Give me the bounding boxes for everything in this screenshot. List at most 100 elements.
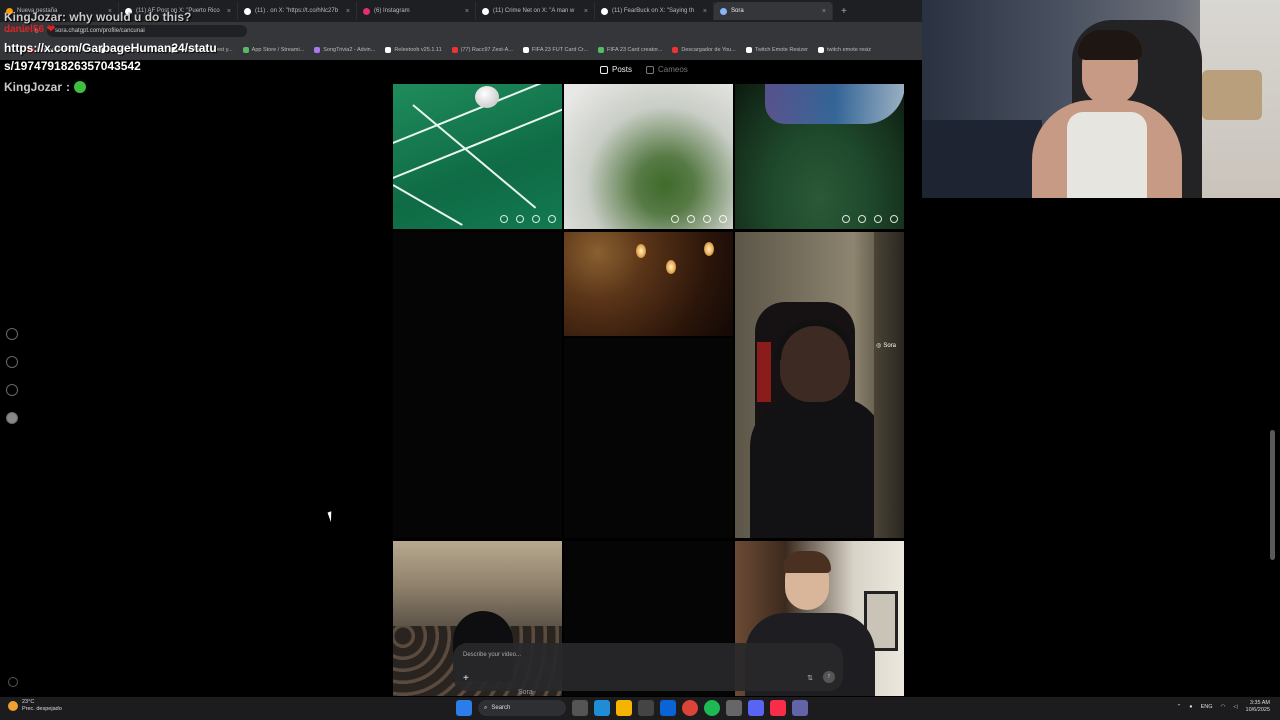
windows-start-icon[interactable] [456, 700, 472, 716]
video-tile[interactable] [393, 84, 562, 229]
mic-icon[interactable]: ● [1189, 704, 1192, 710]
language-indicator[interactable]: ENG [1201, 704, 1213, 710]
video-tile[interactable] [564, 232, 733, 336]
video-tile-loading[interactable] [564, 338, 733, 538]
outlook-icon[interactable] [660, 700, 676, 716]
search-icon[interactable] [6, 356, 18, 368]
chevron-up-icon[interactable]: ⌃ [1177, 704, 1182, 710]
home-icon[interactable] [6, 328, 18, 340]
close-tab-icon[interactable]: × [584, 8, 588, 15]
browser-tab[interactable]: Sora × [714, 2, 833, 20]
tile-actions [500, 215, 556, 223]
bookmark-item[interactable]: Releetoob v25.1.11 [385, 47, 442, 53]
taskbar-search[interactable]: ⌕ Search [478, 700, 566, 716]
bookmark-label: twitch emote resiz [827, 47, 872, 53]
browser-tab[interactable]: (11) Crime Net on X: "A man w × [476, 2, 595, 20]
send-button[interactable]: ↑ [823, 671, 835, 683]
profile-tabs: Posts Cameos [600, 65, 688, 74]
bookmark-item[interactable]: FIFA 23 FUT Card Cr... [522, 47, 589, 53]
chat-url-message: https://x.com/GarbageHuman24/status/1974… [4, 41, 217, 73]
bookmark-label: Releetoob v25.1.11 [394, 47, 442, 53]
like-icon[interactable] [500, 215, 508, 223]
grid-icon [600, 65, 608, 74]
bookmark-label: (77) Racc97 Zest-A... [460, 47, 513, 53]
bookmark-item[interactable]: Descargador de You... [672, 47, 736, 53]
add-media-button[interactable]: + [463, 673, 469, 684]
chat-red-line: daniel56 ❤ [4, 24, 56, 35]
chat-message: KingJozar: [4, 80, 384, 94]
clock-time: 3:35 AM [1249, 700, 1270, 706]
like-icon[interactable] [842, 215, 850, 223]
bookmark-favicon-icon [451, 47, 458, 53]
clock[interactable]: 3:35 AM 10/6/2025 [1246, 700, 1270, 714]
video-tile[interactable] [735, 84, 904, 229]
comment-icon[interactable] [858, 215, 866, 223]
chat-overlay: KingJozar: why would u do this? daniel56… [4, 10, 384, 94]
task-view-icon[interactable] [572, 700, 588, 716]
share-icon[interactable] [719, 215, 727, 223]
remix-icon[interactable] [874, 215, 882, 223]
browser-tab[interactable]: (11) FearBuck on X: "Saying th × [595, 2, 714, 20]
chat-message: KingJozar: why would u do this? [4, 10, 384, 24]
spotify-icon[interactable] [704, 700, 720, 716]
profile-icon[interactable] [6, 412, 18, 424]
edge-icon[interactable] [594, 700, 610, 716]
tab-label: (11) Crime Net on X: "A man w [493, 8, 575, 14]
tab-favicon-icon [601, 7, 608, 15]
video-tile[interactable] [564, 84, 733, 229]
close-tab-icon[interactable]: × [703, 8, 707, 15]
prompt-input[interactable]: Describe your video... [463, 652, 521, 658]
settings-sliders-icon[interactable]: ⇅ [807, 674, 813, 682]
app-icon[interactable] [726, 700, 742, 716]
chat-colon: : [66, 80, 71, 94]
video-tile[interactable]: ◎ Sora [735, 232, 904, 538]
emote-icon [74, 81, 87, 93]
remix-icon[interactable] [703, 215, 711, 223]
video-tile-loading[interactable] [393, 232, 562, 538]
store-icon[interactable] [638, 700, 654, 716]
close-tab-icon[interactable]: × [822, 8, 826, 15]
music-icon[interactable] [770, 700, 786, 716]
sidebar-rail [6, 328, 18, 424]
system-tray: ⌃ ● ENG ◠ ◁ 3:35 AM 10/6/2025 [1177, 700, 1270, 714]
share-icon[interactable] [548, 215, 556, 223]
tab-favicon-icon [482, 7, 489, 15]
chat-colon: : [62, 10, 67, 24]
scrollbar[interactable] [1270, 430, 1275, 560]
clock-date: 10/6/2025 [1245, 707, 1270, 713]
tab-label: Sora [731, 8, 744, 14]
bookmark-item[interactable]: twitch emote resiz [818, 47, 871, 53]
bookmark-favicon-icon [818, 47, 825, 53]
volume-icon[interactable]: ◁ [1233, 704, 1237, 710]
bookmark-item[interactable]: FIFA 23 Card creator... [598, 47, 662, 53]
wifi-icon[interactable]: ◠ [1220, 704, 1225, 710]
bookmark-favicon-icon [385, 47, 392, 53]
discord-icon[interactable] [748, 700, 764, 716]
chat-username: KingJozar [4, 10, 63, 24]
weather-widget[interactable]: 23°C Prec. despejado [8, 699, 62, 713]
tab-cameos[interactable]: Cameos [646, 65, 688, 74]
cameo-icon [646, 65, 655, 74]
bookmark-item[interactable]: Twitch Emote Resizer [745, 47, 808, 53]
weather-icon [8, 701, 18, 711]
bell-icon[interactable] [6, 384, 18, 396]
settings-icon[interactable] [8, 677, 18, 687]
sora-logo-icon: ◎ [876, 343, 882, 349]
bookmark-label: FIFA 23 FUT Card Cr... [531, 47, 589, 53]
bookmark-label: FIFA 23 Card creator... [607, 47, 663, 53]
remix-icon[interactable] [532, 215, 540, 223]
tab-posts[interactable]: Posts [600, 65, 632, 74]
bookmark-label: Descargador de You... [681, 47, 736, 53]
comment-icon[interactable] [687, 215, 695, 223]
chrome-icon[interactable] [682, 700, 698, 716]
close-tab-icon[interactable]: × [465, 8, 469, 15]
tile-actions [671, 215, 727, 223]
bookmark-item[interactable]: (77) Racc97 Zest-A... [451, 47, 513, 53]
new-tab-button[interactable]: + [833, 6, 855, 17]
share-icon[interactable] [890, 215, 898, 223]
teams-icon[interactable] [792, 700, 808, 716]
like-icon[interactable] [671, 215, 679, 223]
file-explorer-icon[interactable] [616, 700, 632, 716]
comment-icon[interactable] [516, 215, 524, 223]
chat-username: KingJozar [4, 80, 63, 94]
